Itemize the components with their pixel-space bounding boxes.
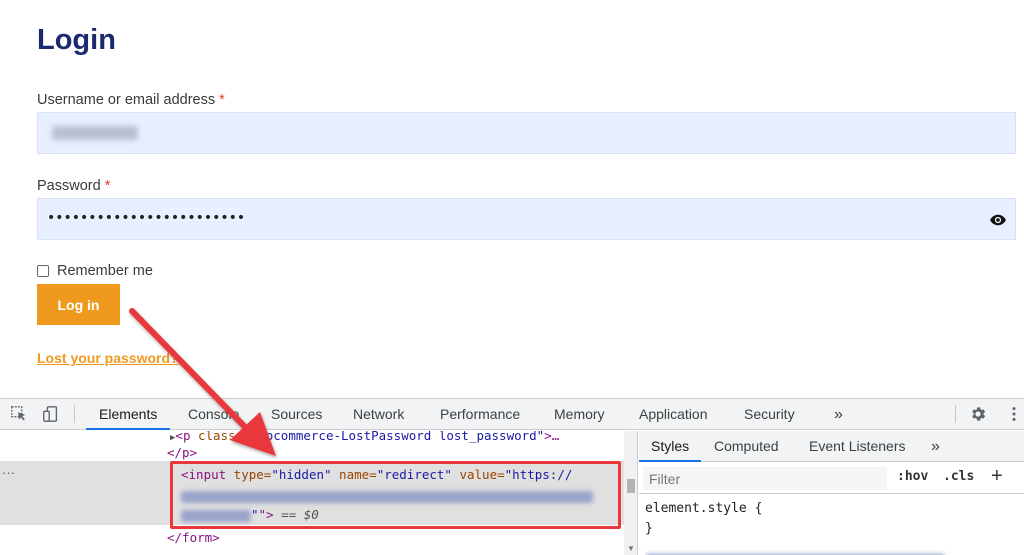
- username-label: Username or email address *: [37, 92, 225, 108]
- tab-security[interactable]: Security: [744, 399, 795, 430]
- tab-network[interactable]: Network: [353, 399, 404, 430]
- page-title: Login: [37, 24, 116, 56]
- remember-me-row: Remember me: [37, 263, 153, 279]
- dom-scrollbar[interactable]: ▼: [624, 431, 637, 555]
- toolbar-divider: [955, 405, 956, 423]
- login-button[interactable]: Log in: [37, 284, 120, 325]
- remember-me-label[interactable]: Remember me: [57, 263, 153, 279]
- p-close-tag: </p>: [167, 445, 198, 460]
- class-attr-value: "woocommerce-LostPassword lost_password": [243, 431, 545, 443]
- lost-password-link[interactable]: Lost your password?: [37, 350, 179, 366]
- annotation-highlight-box: [170, 461, 621, 529]
- hov-toggle[interactable]: :hov: [897, 469, 928, 484]
- node-ellipsis[interactable]: ···: [2, 465, 15, 480]
- tab-application[interactable]: Application: [639, 399, 708, 430]
- next-style-rule-cut: [645, 547, 1015, 555]
- devtools-toolbar: Elements Console Sources Network Perform…: [0, 399, 1024, 430]
- scrollbar-thumb[interactable]: [627, 479, 635, 493]
- more-panes-chevron-icon[interactable]: »: [931, 431, 940, 462]
- dom-line-form-close[interactable]: </form>: [167, 530, 220, 545]
- settings-gear-icon[interactable]: [969, 405, 987, 423]
- cls-toggle[interactable]: .cls: [943, 469, 974, 484]
- required-mark: *: [219, 92, 225, 108]
- styles-filter-row: :hov .cls +: [639, 463, 1024, 494]
- username-label-text: Username or email address: [37, 92, 216, 108]
- tab-elements[interactable]: Elements: [86, 399, 171, 430]
- element-style-close: }: [645, 521, 653, 536]
- tab-event-listeners[interactable]: Event Listeners: [809, 431, 906, 462]
- kebab-menu-icon[interactable]: [1005, 405, 1023, 423]
- styles-tab-bar: Styles Computed Event Listeners »: [639, 431, 1024, 462]
- dom-line-p-close[interactable]: </p>: [167, 445, 197, 460]
- dom-line-lost-password-p[interactable]: ▶<p class="woocommerce-LostPassword lost…: [170, 431, 559, 443]
- tab-console[interactable]: Console: [188, 399, 239, 430]
- form-close-tag: </form>: [167, 530, 220, 545]
- password-label: Password *: [37, 178, 110, 194]
- password-label-text: Password: [37, 178, 101, 194]
- password-field[interactable]: ••••••••••••••••••••••••: [37, 198, 1016, 240]
- tab-computed[interactable]: Computed: [714, 431, 779, 462]
- class-attr-name: class=: [190, 431, 244, 443]
- username-field[interactable]: [37, 112, 1016, 154]
- login-page: Login Username or email address * Passwo…: [0, 0, 1024, 398]
- new-style-rule-button[interactable]: +: [991, 465, 1003, 488]
- required-mark: *: [104, 178, 111, 194]
- scroll-down-icon[interactable]: ▼: [627, 544, 635, 553]
- remember-me-checkbox[interactable]: [37, 265, 49, 277]
- p-tag-end: >…: [544, 431, 560, 443]
- tab-performance[interactable]: Performance: [440, 399, 520, 430]
- inspect-element-icon[interactable]: [10, 405, 28, 423]
- styles-filter-input[interactable]: [643, 467, 887, 490]
- styles-pane: Styles Computed Event Listeners » :hov .…: [639, 431, 1024, 555]
- password-value: ••••••••••••••••••••••••: [47, 210, 246, 226]
- element-style-selector[interactable]: element.style {: [645, 501, 762, 516]
- tab-memory[interactable]: Memory: [554, 399, 605, 430]
- more-tabs-chevron-icon[interactable]: »: [834, 399, 843, 430]
- blurred-username-value: [52, 126, 138, 140]
- device-toolbar-icon[interactable]: [42, 405, 60, 423]
- tab-sources[interactable]: Sources: [271, 399, 322, 430]
- toolbar-divider: [74, 405, 75, 423]
- tab-styles[interactable]: Styles: [639, 431, 702, 462]
- p-open-tag: <p: [175, 431, 191, 443]
- eye-icon[interactable]: [989, 211, 1007, 229]
